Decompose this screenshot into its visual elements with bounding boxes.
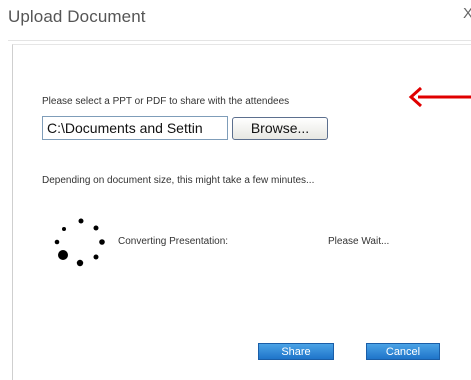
dialog-body	[12, 44, 471, 380]
size-note: Depending on document size, this might t…	[42, 175, 315, 186]
status-value: Please Wait...	[328, 236, 390, 247]
title-divider	[8, 40, 471, 41]
dialog-titlebar: Upload Document X	[0, 0, 471, 40]
share-button[interactable]: Share	[258, 343, 334, 360]
browse-button[interactable]: Browse...	[232, 117, 328, 140]
upload-prompt: Please select a PPT or PDF to share with…	[42, 96, 290, 107]
status-label: Converting Presentation:	[118, 236, 229, 247]
close-icon[interactable]: X	[463, 6, 471, 21]
arrow-left-icon	[408, 86, 471, 108]
file-path-input[interactable]	[42, 116, 228, 140]
dialog-title: Upload Document	[8, 7, 146, 26]
loading-spinner-icon	[54, 218, 105, 267]
cancel-button[interactable]: Cancel	[366, 343, 440, 360]
